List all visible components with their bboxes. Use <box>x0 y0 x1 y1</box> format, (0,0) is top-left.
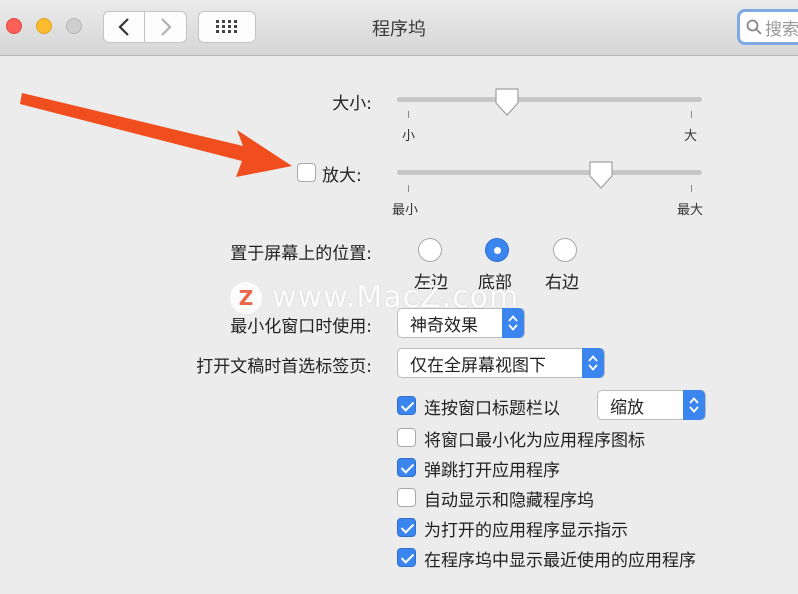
prefer-tabs-value: 仅在全屏幕视图下 <box>410 355 546 376</box>
magnification-max-label: 最大 <box>677 203 704 218</box>
show-recent-apps-label: 在程序坞中显示最近使用的应用程序 <box>424 551 696 571</box>
search-field[interactable]: 搜索 <box>737 9 798 45</box>
magnification-slider-knob[interactable] <box>588 161 614 189</box>
prefer-tabs-popup[interactable]: 仅在全屏幕视图下 <box>397 348 605 378</box>
preferences-pane: 大小: 小 大 放大: 最小 最大 置于屏幕上的位置: 左边 底部 右边 最小化… <box>0 57 798 594</box>
watermark-logo: Z <box>230 281 262 314</box>
autohide-dock-label: 自动显示和隐藏程序坞 <box>424 491 594 511</box>
double-click-action-value: 缩放 <box>610 397 644 418</box>
size-max-label: 大 <box>684 129 698 144</box>
minimize-to-app-icon-label: 将窗口最小化为应用程序图标 <box>424 431 645 451</box>
position-bottom-radio[interactable] <box>485 238 509 262</box>
updown-chevron-icon <box>683 390 705 420</box>
autohide-dock-checkbox[interactable] <box>397 488 416 507</box>
magnification-label: 放大: <box>322 166 362 186</box>
magnification-tick-min <box>408 185 409 192</box>
magnification-tick-max <box>691 185 692 192</box>
size-tick-max <box>691 111 692 118</box>
size-tick-min <box>408 111 409 118</box>
magnification-min-label: 最小 <box>392 203 419 218</box>
watermark: Z www.MacZ.com <box>230 280 519 315</box>
size-min-label: 小 <box>402 129 416 144</box>
animate-opening-apps-label: 弹跳打开应用程序 <box>424 461 560 481</box>
magnification-checkbox[interactable] <box>297 163 316 182</box>
position-left-radio[interactable] <box>418 238 442 262</box>
title-bar: 程序坞 搜索 <box>0 0 798 56</box>
minimize-effect-label: 最小化窗口时使用: <box>230 317 372 337</box>
size-slider-track[interactable] <box>397 97 702 102</box>
search-placeholder: 搜索 <box>765 19 798 40</box>
updown-chevron-icon <box>582 348 604 378</box>
show-indicators-label: 为打开的应用程序显示指示 <box>424 521 628 541</box>
double-click-titlebar-label: 连按窗口标题栏以 <box>424 399 560 419</box>
search-icon <box>746 19 762 35</box>
minimize-to-app-icon-checkbox[interactable] <box>397 428 416 447</box>
show-recent-apps-checkbox[interactable] <box>397 548 416 567</box>
prefer-tabs-label: 打开文稿时首选标签页: <box>196 357 372 377</box>
magnification-slider-track[interactable] <box>397 170 702 175</box>
window-title: 程序坞 <box>372 19 426 40</box>
position-label: 置于屏幕上的位置: <box>230 244 372 264</box>
position-right-radio[interactable] <box>553 238 577 262</box>
size-slider-knob[interactable] <box>494 88 520 116</box>
position-right-label: 右边 <box>545 273 579 293</box>
show-indicators-checkbox[interactable] <box>397 518 416 537</box>
double-click-action-popup[interactable]: 缩放 <box>597 390 706 420</box>
size-label: 大小: <box>332 94 372 114</box>
animate-opening-apps-checkbox[interactable] <box>397 458 416 477</box>
double-click-titlebar-checkbox[interactable] <box>397 396 416 415</box>
watermark-text: www.MacZ.com <box>272 280 520 315</box>
